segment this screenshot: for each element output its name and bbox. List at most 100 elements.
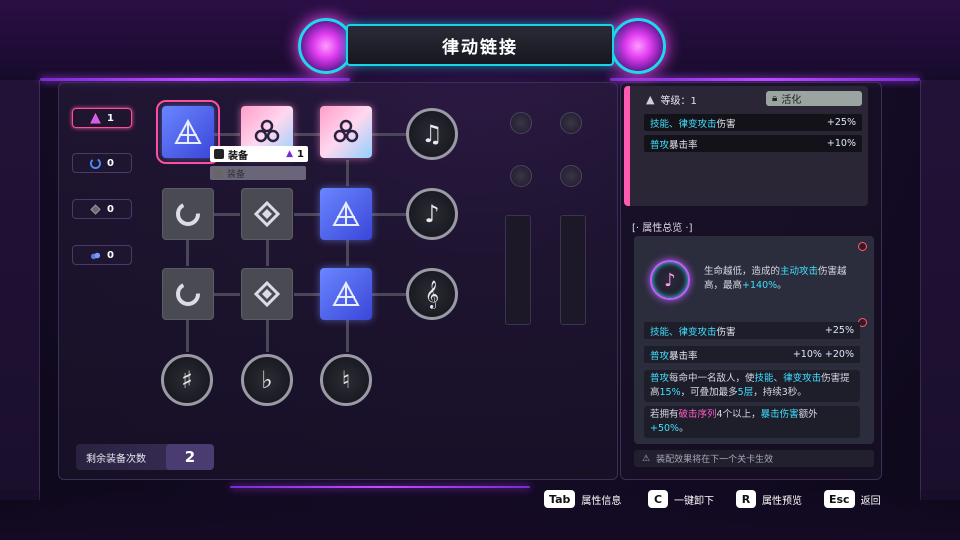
mixer-knob (560, 112, 582, 134)
connector (294, 133, 320, 136)
overview-bonus-note: 若拥有破击序列4个以上，暴击伤害额外 +50%。 (644, 406, 860, 438)
connector (346, 240, 349, 266)
grid-tile-blue-cross[interactable] (320, 188, 372, 240)
note-highlight: 律变攻击 (783, 373, 822, 384)
grid-tile-grey-diamond[interactable] (241, 188, 293, 240)
note-highlight: 暴击伤害 (760, 409, 799, 420)
counter-value: 0 (107, 157, 114, 169)
triangle-gem-icon (90, 112, 101, 124)
stat-value: +10% +20% (792, 349, 854, 360)
eighth-note-slot[interactable]: ♫ (406, 108, 458, 160)
note-text: ，可叠加最多 (680, 387, 738, 398)
mixer-knob (510, 165, 532, 187)
sharp-slot[interactable]: ♯ (161, 354, 213, 406)
attribute-preview-button[interactable]: R 属性预览 (736, 489, 802, 509)
key-label: 属性预览 (762, 495, 802, 507)
music-note-emblem-icon: ♪ (650, 260, 690, 300)
key-cap: Tab (544, 490, 576, 508)
footnote-text: 装配效果将在下一个关卡生效 (656, 455, 774, 465)
note-highlight: 普攻 (650, 373, 670, 384)
overview-title: [· 属性总览 ·] (632, 223, 693, 234)
top-glow-line-right (610, 78, 920, 81)
flat-slot[interactable]: ♭ (241, 354, 293, 406)
key-cap: R (736, 490, 756, 508)
grid-tile-blue-cross[interactable] (156, 100, 220, 164)
eighth-note-icon: ♫ (421, 120, 443, 148)
key-cap: C (648, 490, 668, 508)
back-button[interactable]: Esc 返回 (824, 489, 881, 509)
connector (214, 133, 240, 136)
natural-slot[interactable]: ♮ (320, 354, 372, 406)
connector (372, 293, 406, 296)
desc-text: 生命越低，造成的 (704, 266, 781, 277)
equip-popup-secondary[interactable]: 装备 (210, 166, 306, 180)
diamond-icon (90, 203, 101, 215)
page-title: 律动链接 (442, 37, 518, 58)
connector (346, 160, 349, 186)
counter-swirl[interactable]: 0 (72, 153, 132, 173)
flat-icon: ♭ (261, 366, 273, 394)
connector (346, 320, 349, 352)
hex-ring-icon (333, 119, 359, 143)
remaining-value: 2 (166, 444, 214, 470)
activate-label: 活化 (781, 95, 802, 106)
connector (294, 293, 320, 296)
swirl-icon (176, 202, 200, 226)
pyramid-cross-icon (332, 280, 360, 306)
tab-attribute-info-button[interactable]: Tab 属性信息 (544, 489, 621, 509)
effect-footnote: ⚠ 装配效果将在下一个关卡生效 (634, 450, 874, 467)
overview-stat-row: 普攻 暴击率 +10% +20% (644, 346, 860, 363)
grid-tile-grey-swirl[interactable] (162, 268, 214, 320)
right-frame (920, 80, 960, 500)
left-frame (0, 80, 40, 500)
activate-status: 🔒︎ 活化 (766, 91, 862, 106)
counter-diamond[interactable]: 0 (72, 199, 132, 219)
mixer-knob (510, 112, 532, 134)
stat-name-highlight: 技能、律变攻击 (650, 326, 717, 338)
pyramid-cross-icon (332, 200, 360, 226)
mixer-fader (505, 215, 531, 325)
triangle-gem-icon: ▲ (286, 149, 294, 159)
stat-value: +25% (824, 325, 854, 336)
unequip-all-button[interactable]: C 一键卸下 (648, 489, 714, 509)
key-label: 一键卸下 (674, 495, 714, 507)
connector (186, 320, 189, 352)
note-text: 额外 (798, 409, 818, 420)
counter-value: 0 (107, 249, 114, 261)
connector (372, 133, 406, 136)
connector (186, 240, 189, 266)
grid-tile-grey-swirl[interactable] (162, 188, 214, 240)
remaining-label: 剩余装备次数 (86, 453, 146, 465)
counter-triangle-gem[interactable]: 1 (72, 108, 132, 128)
desc-text: 。 (777, 280, 787, 291)
grid-tile-pink-hex[interactable] (320, 106, 372, 158)
stat-name-highlight: 技能、律变攻击 (650, 118, 717, 130)
stat-name-highlight: 普攻 (650, 350, 670, 362)
grid-tile-grey-diamond[interactable] (241, 268, 293, 320)
remaining-equip-count: 剩余装备次数 2 (76, 444, 214, 470)
note-highlight: +50% (650, 423, 680, 434)
stat-name: 暴击率 (669, 139, 698, 151)
equip-popup[interactable]: 装备 ▲ 1 (210, 146, 308, 162)
diamond-stack-icon (253, 200, 281, 228)
level-label: 等级：1 (660, 96, 697, 107)
counter-value: 0 (107, 203, 114, 215)
hex-ring-icon (254, 119, 280, 143)
note-highlight: 5层 (737, 387, 754, 398)
connector (266, 240, 269, 266)
note-text: ，持续3秒。 (753, 387, 807, 398)
key-hint-icon (214, 149, 224, 159)
top-glow-line-left (40, 78, 350, 81)
grid-tile-blue-cross[interactable] (320, 268, 372, 320)
connector (266, 320, 269, 352)
equip-label: 装备 (228, 150, 248, 162)
lock-icon: 🔒︎ (772, 93, 778, 104)
key-hint-icon (214, 168, 223, 178)
note-highlight: 破击序列 (678, 409, 717, 420)
level-header: ▲ 等级：1 (646, 92, 697, 107)
treble-clef-slot[interactable]: 𝄞 (406, 268, 458, 320)
desc-highlight: 主动攻击 (780, 266, 819, 277)
counter-cloud[interactable]: 0 (72, 245, 132, 265)
note-text: 若拥有 (650, 409, 679, 420)
single-note-slot[interactable]: ♪ (406, 188, 458, 240)
